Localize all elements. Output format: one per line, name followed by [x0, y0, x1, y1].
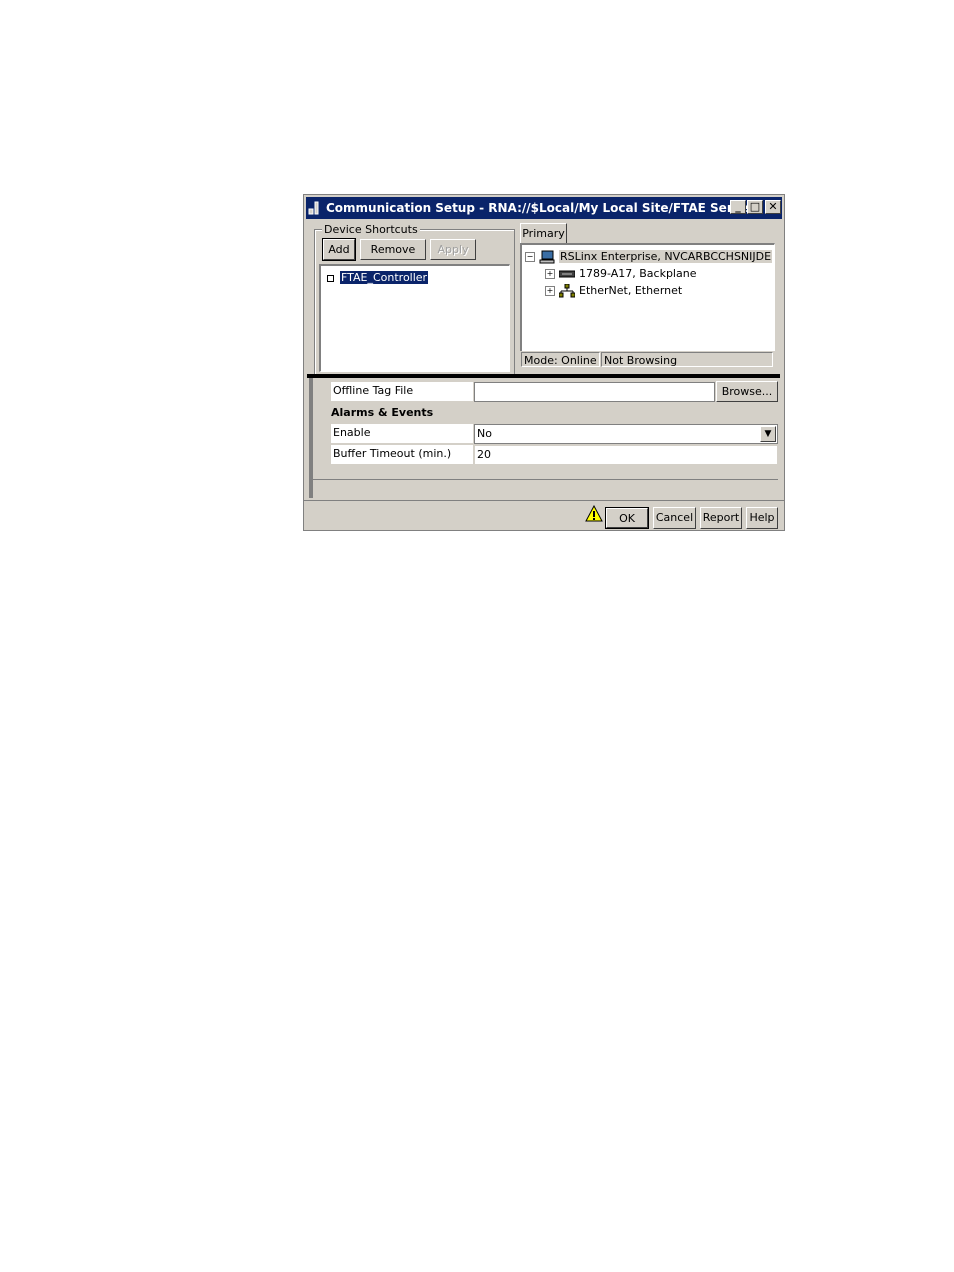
list-item[interactable]: FTAE_Controller: [327, 270, 430, 285]
tree-node-label: EtherNet, Ethernet: [579, 284, 683, 297]
alarms-events-section-title: Alarms & Events: [331, 406, 434, 419]
close-button[interactable]: ✕: [765, 200, 781, 214]
network-icon: [559, 284, 575, 298]
tree-root-node[interactable]: − RSLinx Enterprise, NVCARBCCHSNIJDE: [525, 250, 773, 264]
expand-icon[interactable]: +: [545, 286, 555, 296]
computer-icon: [539, 250, 555, 264]
enable-select[interactable]: No ▼: [474, 424, 778, 444]
add-button[interactable]: Add: [322, 238, 356, 261]
buffer-timeout-label: Buffer Timeout (min.): [331, 445, 473, 465]
dropdown-arrow-icon[interactable]: ▼: [760, 426, 776, 442]
window-title: Communication Setup - RNA://$Local/My Lo…: [326, 201, 755, 215]
browse-status: Not Browsing: [601, 352, 773, 367]
shortcut-label: FTAE_Controller: [338, 270, 430, 285]
tab-primary[interactable]: Primary: [520, 223, 567, 244]
communication-setup-window: Communication Setup - RNA://$Local/My Lo…: [303, 194, 785, 531]
tree-root-label: RSLinx Enterprise, NVCARBCCHSNIJDE: [559, 250, 773, 263]
mode-status: Mode: Online: [521, 352, 600, 367]
help-button[interactable]: Help: [746, 507, 778, 529]
expand-icon[interactable]: +: [545, 269, 555, 279]
warning-icon: [585, 505, 603, 522]
report-button[interactable]: Report: [700, 507, 742, 529]
ok-button[interactable]: OK: [605, 507, 649, 529]
buffer-timeout-input[interactable]: 20: [474, 445, 778, 465]
status-bar: Mode: Online Not Browsing: [520, 351, 775, 368]
collapse-icon[interactable]: −: [525, 252, 535, 262]
offline-tag-file-input[interactable]: [474, 382, 715, 402]
backplane-icon: [559, 270, 575, 278]
maximize-button[interactable]: □: [747, 200, 763, 214]
minimize-button[interactable]: _: [730, 200, 746, 214]
shortcuts-list[interactable]: FTAE_Controller: [319, 264, 510, 372]
browse-button[interactable]: Browse...: [716, 381, 778, 402]
divider: [313, 479, 778, 480]
dialog-footer: OK Cancel Report Help: [304, 500, 784, 530]
tree-node-label: 1789-A17, Backplane: [579, 267, 697, 280]
properties-grid: Offline Tag File Browse... Alarms & Even…: [309, 378, 778, 498]
tree-node-ethernet[interactable]: + EtherNet, Ethernet: [545, 284, 682, 298]
apply-button[interactable]: Apply: [430, 239, 476, 260]
cancel-button[interactable]: Cancel: [653, 507, 696, 529]
app-icon: [308, 201, 319, 215]
title-bar[interactable]: Communication Setup - RNA://$Local/My Lo…: [306, 197, 782, 219]
enable-value: No: [477, 427, 492, 440]
enable-label: Enable: [331, 424, 473, 444]
remove-button[interactable]: Remove: [360, 239, 426, 260]
divider: [304, 500, 784, 501]
offline-tag-file-label: Offline Tag File: [331, 382, 473, 402]
device-shortcuts-label: Device Shortcuts: [322, 223, 420, 236]
tree-node-backplane[interactable]: + 1789-A17, Backplane: [545, 267, 696, 280]
shortcut-icon: [327, 274, 334, 282]
device-tree[interactable]: − RSLinx Enterprise, NVCARBCCHSNIJDE + 1…: [520, 243, 775, 368]
